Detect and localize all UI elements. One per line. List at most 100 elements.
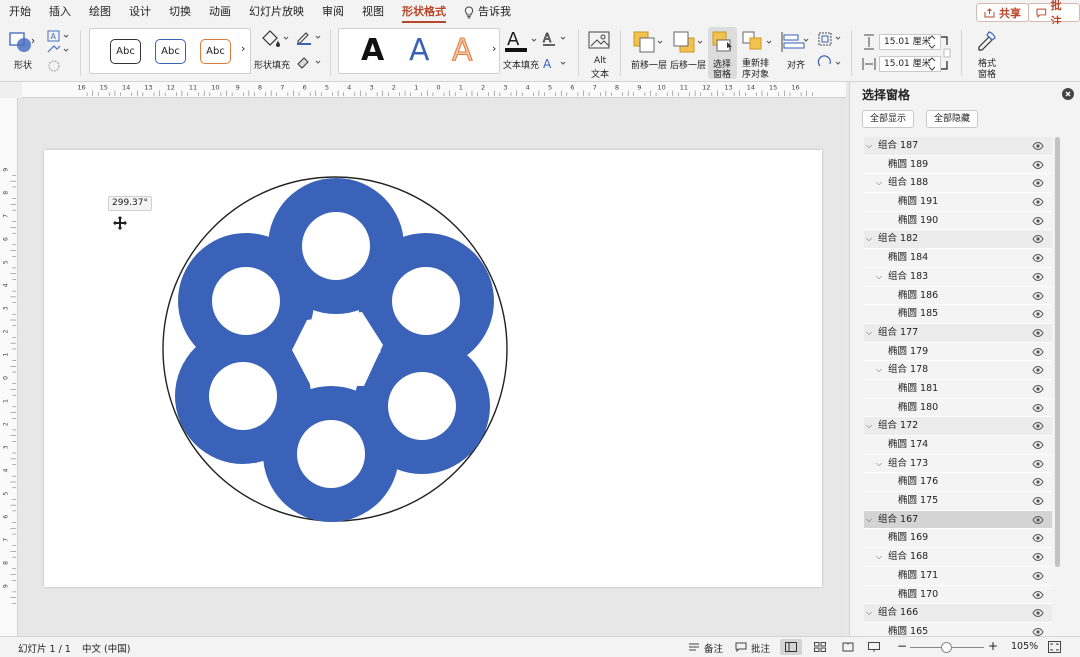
- eye-icon[interactable]: [1032, 366, 1044, 375]
- share-button[interactable]: 共享: [976, 3, 1029, 22]
- eye-icon[interactable]: [1032, 590, 1044, 599]
- eye-icon[interactable]: [1032, 609, 1044, 618]
- selection-tree-group-row[interactable]: ⌵ 组合 168: [864, 548, 1052, 567]
- eye-icon[interactable]: [1032, 235, 1044, 244]
- tab-slideshow[interactable]: 幻灯片放映: [240, 0, 313, 24]
- chevron-down-icon[interactable]: ⌵: [876, 361, 886, 380]
- chevron-down-icon[interactable]: ⌵: [876, 268, 886, 287]
- tab-insert[interactable]: 插入: [40, 0, 80, 24]
- notes-button[interactable]: 备注: [704, 641, 723, 655]
- comments-button[interactable]: 批注: [1028, 0, 1080, 28]
- paint-bucket-icon[interactable]: [258, 28, 290, 50]
- selection-tree-shape-row[interactable]: 椭圆 191: [864, 193, 1052, 212]
- zoom-in-button[interactable]: +: [988, 639, 998, 653]
- selection-tree-shape-row[interactable]: 椭圆 180: [864, 398, 1052, 418]
- wordart-black[interactable]: A: [361, 33, 384, 68]
- shape-styles-gallery[interactable]: Abc Abc Abc ›: [89, 28, 251, 74]
- eye-icon[interactable]: [1032, 291, 1044, 300]
- eye-icon[interactable]: [1032, 198, 1044, 207]
- format-pane-icon[interactable]: [975, 29, 999, 53]
- zoom-slider-thumb[interactable]: [941, 642, 952, 653]
- eye-icon[interactable]: [1032, 179, 1044, 188]
- show-all-button[interactable]: 全部显示: [862, 110, 915, 128]
- chevron-down-icon[interactable]: ⌵: [866, 137, 876, 156]
- text-box-icon[interactable]: A: [46, 30, 72, 74]
- selection-tree-group-row[interactable]: ⌵ 组合 173: [864, 454, 1052, 474]
- wordart-orange[interactable]: A: [452, 33, 474, 69]
- wordart-more-icon[interactable]: ›: [492, 42, 496, 55]
- selection-tree-group-row[interactable]: ⌵ 组合 166: [864, 604, 1052, 623]
- style-preview-3[interactable]: Abc: [200, 39, 231, 64]
- tab-home[interactable]: 开始: [0, 0, 40, 24]
- language-indicator[interactable]: 中文 (中国): [82, 641, 130, 655]
- selection-tree-shape-row[interactable]: 椭圆 175: [864, 492, 1052, 511]
- eye-icon[interactable]: [1032, 497, 1044, 506]
- selection-pane-button[interactable]: 选择 窗格: [708, 27, 737, 80]
- rings-graphic[interactable]: [44, 150, 822, 587]
- text-outline-icon[interactable]: A A: [541, 30, 569, 72]
- eye-icon[interactable]: [1032, 160, 1044, 169]
- wordart-gallery[interactable]: A A A ›: [338, 28, 500, 74]
- selection-tree-shape-row[interactable]: 椭圆 174: [864, 436, 1052, 455]
- tab-shape-format[interactable]: 形状格式: [393, 0, 455, 24]
- text-fill-icon[interactable]: A: [505, 28, 541, 54]
- eye-icon[interactable]: [1032, 347, 1044, 356]
- selection-tree-shape-row[interactable]: 椭圆 165: [864, 622, 1052, 636]
- selection-tree-shape-row[interactable]: 椭圆 176: [864, 473, 1052, 493]
- chevron-down-icon[interactable]: ⌵: [876, 174, 886, 193]
- slideshow-icon[interactable]: [868, 642, 880, 652]
- lock-aspect-icon[interactable]: [940, 34, 952, 72]
- align-icon[interactable]: [780, 30, 810, 54]
- selection-tree-shape-row[interactable]: 椭圆 186: [864, 286, 1052, 306]
- eye-icon[interactable]: [1032, 553, 1044, 562]
- height-stepper-icon[interactable]: [927, 33, 937, 51]
- selection-tree-shape-row[interactable]: 椭圆 170: [864, 585, 1052, 605]
- selection-tree-group-row[interactable]: ⌵ 组合 178: [864, 361, 1052, 380]
- chevron-down-icon[interactable]: ⌵: [866, 230, 876, 249]
- tab-review[interactable]: 审阅: [313, 0, 353, 24]
- notes-icon[interactable]: [688, 642, 700, 652]
- chevron-down-icon[interactable]: ⌵: [866, 604, 876, 623]
- hide-all-button[interactable]: 全部隐藏: [926, 110, 979, 128]
- fit-to-window-icon[interactable]: [1048, 641, 1061, 653]
- eye-icon[interactable]: [1032, 403, 1044, 412]
- bring-forward-icon[interactable]: [632, 30, 666, 54]
- selection-tree-shape-row[interactable]: 椭圆 190: [864, 211, 1052, 231]
- chevron-down-icon[interactable]: ⌵: [866, 417, 876, 436]
- tab-transitions[interactable]: 切换: [160, 0, 200, 24]
- style-preview-1[interactable]: Abc: [110, 39, 141, 64]
- eye-icon[interactable]: [1032, 328, 1044, 337]
- selection-pane-scrollbar[interactable]: [1055, 137, 1060, 567]
- selection-tree-shape-row[interactable]: 椭圆 169: [864, 529, 1052, 549]
- selection-tree-shape-row[interactable]: 椭圆 179: [864, 342, 1052, 362]
- eye-icon[interactable]: [1032, 515, 1044, 524]
- zoom-out-button[interactable]: −: [897, 639, 907, 653]
- selection-tree-shape-row[interactable]: 椭圆 181: [864, 379, 1052, 399]
- normal-view-button[interactable]: [780, 639, 802, 655]
- chevron-down-icon[interactable]: ⌵: [876, 455, 886, 474]
- eye-icon[interactable]: [1032, 459, 1044, 468]
- selection-tree-group-row[interactable]: ⌵ 组合 183: [864, 267, 1052, 287]
- eye-icon[interactable]: [1032, 216, 1044, 225]
- reorder-objects-icon[interactable]: [741, 30, 775, 54]
- slide-canvas[interactable]: [44, 150, 822, 587]
- selection-tree-group-row[interactable]: ⌵ 组合 187: [864, 137, 1052, 156]
- eye-icon[interactable]: [1032, 441, 1044, 449]
- outline-pen-icon[interactable]: [295, 30, 323, 72]
- comments-status-button[interactable]: 批注: [751, 641, 770, 655]
- selection-tree-group-row[interactable]: ⌵ 组合 182: [864, 230, 1052, 250]
- eye-icon[interactable]: [1032, 310, 1044, 319]
- group-rotate-icons[interactable]: [816, 30, 844, 72]
- slide-sorter-icon[interactable]: [814, 642, 826, 652]
- gallery-more-icon[interactable]: ›: [241, 42, 245, 55]
- selection-tree-shape-row[interactable]: 椭圆 189: [864, 155, 1052, 175]
- selection-tree-shape-row[interactable]: 椭圆 184: [864, 249, 1052, 268]
- eye-icon[interactable]: [1032, 571, 1044, 580]
- shapes-icon[interactable]: [8, 30, 36, 56]
- close-icon[interactable]: [1062, 88, 1074, 100]
- comments-icon[interactable]: [735, 642, 747, 652]
- chevron-down-icon[interactable]: ⌵: [876, 548, 886, 567]
- tab-design[interactable]: 设计: [120, 0, 160, 24]
- eye-icon[interactable]: [1032, 384, 1044, 393]
- eye-icon[interactable]: [1032, 534, 1044, 543]
